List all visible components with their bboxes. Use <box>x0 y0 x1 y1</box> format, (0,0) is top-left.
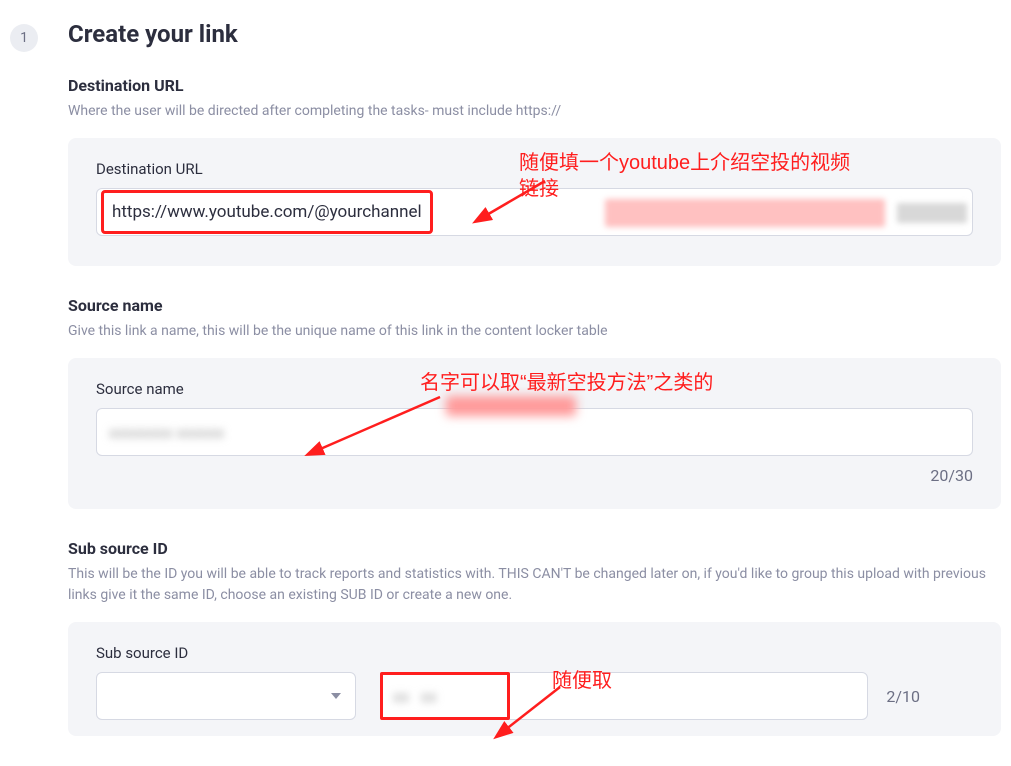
redacted-region <box>446 396 576 416</box>
section-destination-url: Destination URL Where the user will be d… <box>68 76 1001 266</box>
sub-source-input[interactable]: xx xx <box>380 672 868 720</box>
sub-source-select[interactable] <box>96 672 356 720</box>
char-counter: 20/30 <box>96 466 973 485</box>
destination-url-input[interactable]: https://www.youtube.com/@yourchannel <box>96 188 973 236</box>
destination-url-value: https://www.youtube.com/@yourchannel <box>101 190 433 234</box>
chevron-down-icon <box>331 693 341 699</box>
page-title: Create your link <box>68 20 1001 48</box>
section-heading: Destination URL <box>68 76 1001 95</box>
field-label: Sub source ID <box>96 644 973 662</box>
redacted-text: xxxxxxxx xxxxxx <box>109 423 224 442</box>
field-label: Destination URL <box>96 160 973 178</box>
redacted-text: xx xx <box>393 687 437 706</box>
redacted-region <box>605 199 885 227</box>
card-destination: Destination URL https://www.youtube.com/… <box>68 138 1001 266</box>
step-number-badge: 1 <box>10 24 38 52</box>
char-counter: 2/10 <box>886 687 920 706</box>
redacted-region <box>897 203 967 223</box>
section-heading: Sub source ID <box>68 539 1001 558</box>
section-heading: Source name <box>68 296 1001 315</box>
section-description: Give this link a name, this will be the … <box>68 321 1001 342</box>
section-description: This will be the ID you will be able to … <box>68 564 1001 606</box>
card-sub-source: Sub source ID xx xx <box>68 622 1001 736</box>
section-sub-source: Sub source ID This will be the ID you wi… <box>68 539 1001 736</box>
card-source: Source name xxxxxxxx xxxxxx 20/30 <box>68 358 1001 509</box>
section-description: Where the user will be directed after co… <box>68 101 1001 122</box>
